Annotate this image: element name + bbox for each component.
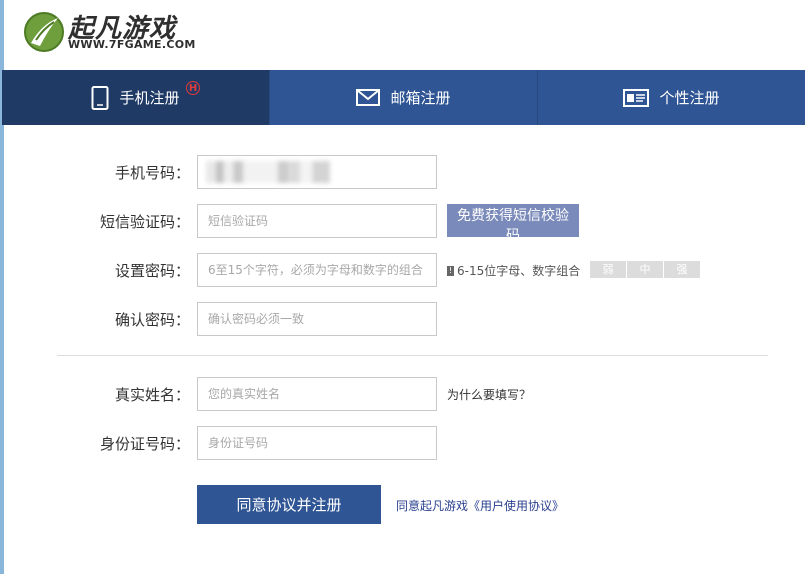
sms-code-input[interactable]: [197, 204, 437, 238]
id-card-label: 身份证号码：: [99, 435, 190, 453]
tab-label: 邮箱注册: [390, 89, 451, 107]
logo-emblem-icon: [24, 12, 64, 52]
get-sms-code-button[interactable]: 免费获得短信校验码: [447, 204, 579, 244]
strength-medium: 中: [627, 261, 663, 278]
logo-url: WWW.7FGAME.COM: [68, 38, 196, 51]
registration-tabs: 手机注册 H 邮箱注册 个性注册: [2, 70, 805, 125]
phone-icon: [91, 85, 109, 110]
real-name-input[interactable]: [197, 377, 437, 411]
password-label: 设置密码：: [114, 262, 190, 280]
user-agreement-link[interactable]: 同意起凡游戏《用户使用协议》: [396, 497, 564, 514]
strength-strong: 强: [664, 261, 700, 278]
phone-label: 手机号码：: [114, 164, 190, 182]
id-card-input[interactable]: [197, 426, 437, 460]
strength-weak: 弱: [590, 261, 626, 278]
confirm-password-input[interactable]: [197, 302, 437, 336]
tab-phone-register[interactable]: 手机注册 H: [2, 70, 270, 125]
envelope-icon: [356, 89, 381, 106]
tab-label: 个性注册: [659, 89, 720, 107]
tab-email-register[interactable]: 邮箱注册: [270, 70, 538, 125]
tab-custom-register[interactable]: 个性注册: [538, 70, 805, 125]
password-input[interactable]: [197, 253, 437, 287]
phone-value-redacted: [206, 161, 330, 183]
hot-badge: H: [186, 81, 200, 95]
why-fill-link[interactable]: 为什么要填写？: [447, 386, 531, 403]
id-card-icon: [623, 88, 650, 107]
agree-and-register-button[interactable]: 同意协议并注册: [197, 485, 381, 524]
confirm-password-label: 确认密码：: [114, 311, 190, 329]
tab-label: 手机注册: [119, 89, 180, 107]
info-icon: !: [447, 265, 454, 276]
sms-code-label: 短信验证码：: [99, 213, 190, 231]
section-divider: [57, 355, 768, 356]
logo[interactable]: 起凡游戏 WWW.7FGAME.COM: [22, 8, 195, 54]
real-name-label: 真实姓名：: [114, 386, 190, 404]
password-hint: ! 6-15位字母、数字组合: [447, 262, 580, 279]
password-hint-text: 6-15位字母、数字组合: [457, 264, 581, 278]
